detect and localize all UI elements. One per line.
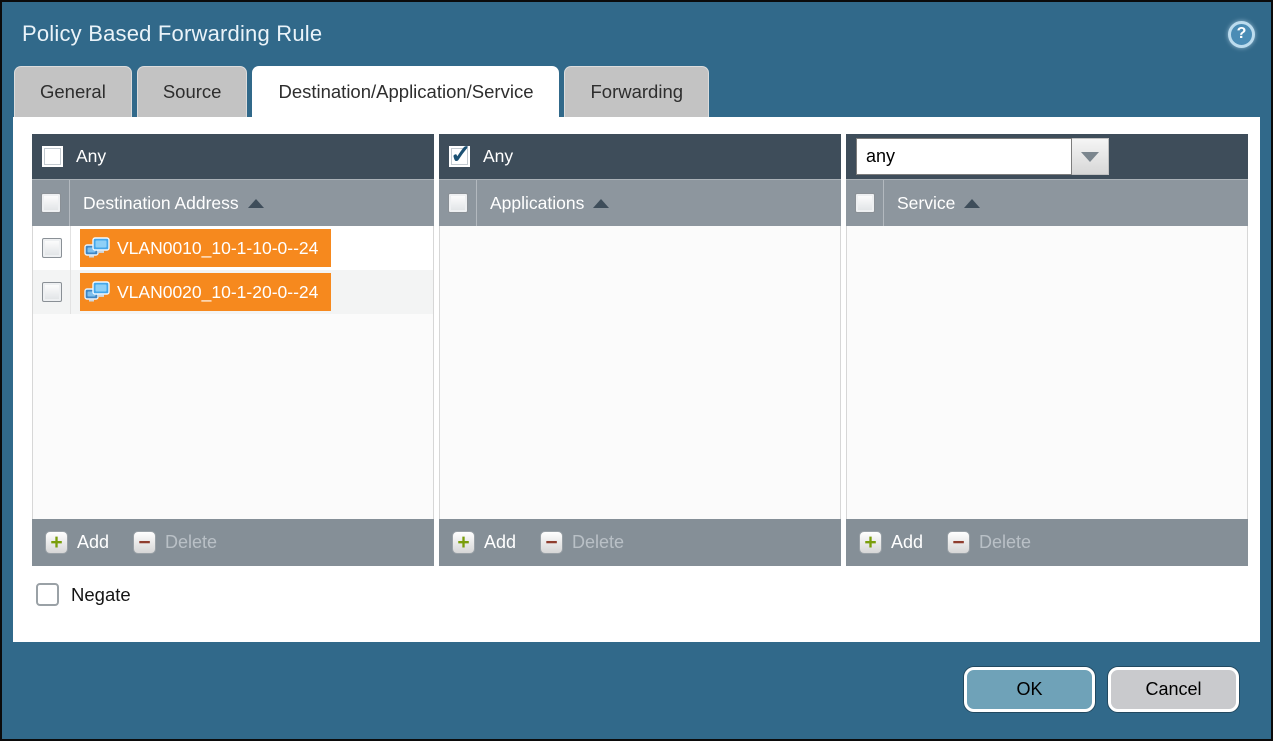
service-dropdown-value: any	[856, 138, 1072, 175]
tab-destination-application-service[interactable]: Destination/Application/Service	[252, 66, 559, 117]
destination-select-all-cell	[32, 180, 70, 226]
sort-ascending-icon	[248, 199, 264, 208]
tab-source[interactable]: Source	[137, 66, 248, 117]
add-plus-icon: +	[452, 531, 475, 554]
destination-any-checkbox[interactable]	[42, 146, 63, 167]
row-checkbox-cell	[33, 226, 71, 270]
delete-button-label: Delete	[979, 532, 1031, 553]
negate-label: Negate	[71, 584, 131, 606]
pbf-rule-dialog: Policy Based Forwarding Rule ? General S…	[0, 0, 1273, 741]
chevron-down-icon	[1081, 152, 1099, 162]
delete-button-label: Delete	[165, 532, 217, 553]
delete-minus-icon: −	[133, 531, 156, 554]
table-row: VLAN0020_10-1-20-0--24	[33, 270, 433, 314]
add-plus-icon: +	[859, 531, 882, 554]
applications-any-label: Any	[483, 146, 513, 167]
applications-column-header: Applications	[439, 179, 841, 226]
sort-ascending-icon	[593, 199, 609, 208]
service-dropdown-button[interactable]	[1072, 138, 1109, 175]
service-select-all-checkbox[interactable]	[855, 193, 875, 213]
destination-any-bar: Any	[32, 134, 434, 179]
dialog-title: Policy Based Forwarding Rule	[22, 21, 322, 47]
service-add-button[interactable]: + Add	[859, 531, 923, 554]
applications-any-bar: Any	[439, 134, 841, 179]
applications-column: Any Applications + Add −	[439, 134, 841, 566]
dialog-footer: OK Cancel	[2, 642, 1271, 739]
list-item-vlan0020[interactable]: VLAN0020_10-1-20-0--24	[80, 273, 331, 311]
destination-address-list: VLAN0010_10-1-10-0--24	[32, 226, 434, 519]
destination-column-header: Destination Address	[32, 179, 434, 226]
add-plus-icon: +	[45, 531, 68, 554]
applications-header-label: Applications	[490, 193, 584, 214]
columns-container: Any Destination Address	[13, 117, 1260, 566]
sort-ascending-icon	[964, 199, 980, 208]
row-checkbox-cell	[33, 270, 71, 314]
tab-forwarding[interactable]: Forwarding	[564, 66, 709, 117]
applications-any-checkbox[interactable]	[449, 146, 470, 167]
applications-sort-header[interactable]: Applications	[490, 180, 609, 226]
table-row: VLAN0010_10-1-10-0--24	[33, 226, 433, 270]
applications-list	[439, 226, 841, 519]
add-button-label: Add	[77, 532, 109, 553]
service-select-all-cell	[846, 180, 884, 226]
network-address-icon	[84, 279, 110, 305]
destination-header-label: Destination Address	[83, 193, 239, 214]
negate-checkbox[interactable]	[36, 583, 59, 606]
destination-any-label: Any	[76, 146, 106, 167]
row-checkbox[interactable]	[42, 238, 62, 258]
applications-select-all-checkbox[interactable]	[448, 193, 468, 213]
add-button-label: Add	[484, 532, 516, 553]
ok-button[interactable]: OK	[964, 667, 1095, 712]
destination-add-button[interactable]: + Add	[45, 531, 109, 554]
applications-delete-button[interactable]: − Delete	[540, 531, 624, 554]
list-item-label: VLAN0020_10-1-20-0--24	[117, 282, 318, 303]
delete-minus-icon: −	[947, 531, 970, 554]
tab-bar: General Source Destination/Application/S…	[2, 66, 1271, 117]
destination-delete-button[interactable]: − Delete	[133, 531, 217, 554]
destination-actions-bar: + Add − Delete	[32, 519, 434, 566]
service-header-label: Service	[897, 193, 955, 214]
tab-general[interactable]: General	[14, 66, 132, 117]
add-button-label: Add	[891, 532, 923, 553]
destination-address-column: Any Destination Address	[32, 134, 434, 566]
destination-select-all-checkbox[interactable]	[41, 193, 61, 213]
service-any-bar: any	[846, 134, 1248, 179]
service-column-header: Service	[846, 179, 1248, 226]
list-item-label: VLAN0010_10-1-10-0--24	[117, 238, 318, 259]
service-delete-button[interactable]: − Delete	[947, 531, 1031, 554]
service-actions-bar: + Add − Delete	[846, 519, 1248, 566]
service-list	[846, 226, 1248, 519]
applications-actions-bar: + Add − Delete	[439, 519, 841, 566]
dialog-titlebar: Policy Based Forwarding Rule ?	[2, 2, 1271, 66]
tab-content-panel: Any Destination Address	[13, 117, 1260, 642]
delete-minus-icon: −	[540, 531, 563, 554]
applications-add-button[interactable]: + Add	[452, 531, 516, 554]
applications-select-all-cell	[439, 180, 477, 226]
destination-address-sort-header[interactable]: Destination Address	[83, 180, 264, 226]
negate-row: Negate	[13, 566, 1260, 606]
service-column: any Service + Add	[846, 134, 1248, 566]
service-sort-header[interactable]: Service	[897, 180, 980, 226]
service-type-dropdown[interactable]: any	[856, 138, 1109, 175]
delete-button-label: Delete	[572, 532, 624, 553]
row-checkbox[interactable]	[42, 282, 62, 302]
network-address-icon	[84, 235, 110, 261]
cancel-button[interactable]: Cancel	[1108, 667, 1239, 712]
help-icon[interactable]: ?	[1228, 21, 1255, 48]
list-item-vlan0010[interactable]: VLAN0010_10-1-10-0--24	[80, 229, 331, 267]
